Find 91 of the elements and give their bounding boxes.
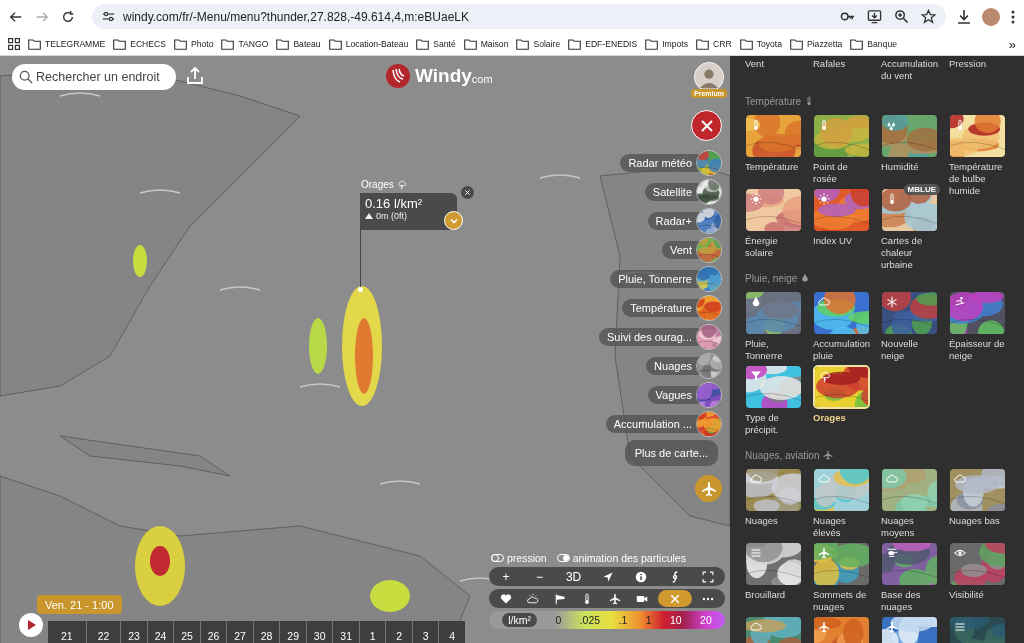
bookmark-folder[interactable]: CRR bbox=[713, 39, 732, 49]
zoom-icon[interactable] bbox=[894, 9, 909, 24]
layer-tile[interactable]: Nuages élevés bbox=[813, 468, 872, 539]
folder-icon[interactable] bbox=[645, 38, 659, 50]
layer-tile[interactable]: Nuages bbox=[745, 468, 804, 527]
menu-icon[interactable] bbox=[1010, 8, 1016, 25]
layer-tile[interactable]: Visibilité bbox=[949, 542, 1008, 601]
download-icon[interactable] bbox=[956, 8, 972, 25]
section-title: Pluie, neige bbox=[745, 272, 798, 284]
folder-icon[interactable] bbox=[174, 38, 187, 50]
skier-icon bbox=[954, 296, 966, 308]
eye-icon bbox=[954, 547, 966, 559]
bookmark-folder[interactable]: Banque bbox=[867, 39, 897, 49]
layer-tile[interactable]: Énergie solaire bbox=[745, 188, 804, 259]
layer-tile[interactable]: Épaisseur de neige bbox=[949, 291, 1008, 362]
drop-icon bbox=[800, 273, 811, 283]
reload-button[interactable] bbox=[60, 8, 76, 25]
layer-tile[interactable]: Température de bulbe humide bbox=[949, 114, 1008, 197]
layer-tile-label[interactable]: Accumulation du vent bbox=[881, 58, 940, 85]
section-title: Température bbox=[745, 95, 802, 107]
snowflake-icon bbox=[886, 296, 898, 308]
layer-tile-label[interactable]: Pression bbox=[949, 58, 1008, 85]
folder-icon[interactable] bbox=[328, 38, 342, 50]
tile-badge: MBLUE bbox=[903, 184, 940, 195]
layer-tile[interactable]: Pluie, Tonnerre bbox=[745, 291, 804, 362]
fog-icon bbox=[954, 621, 966, 633]
folder-icon[interactable] bbox=[568, 38, 582, 50]
more-bookmarks-button[interactable]: » bbox=[1008, 36, 1016, 52]
bookmark-folder[interactable]: Toyota bbox=[756, 39, 782, 49]
address-bar[interactable]: windy.com/fr/-Menu/menu?thunder,27.828,-49.614,4,m:eBUaeLK bbox=[92, 4, 946, 29]
layer-tile[interactable]: Sommets de nuages bbox=[813, 542, 872, 613]
bookmark-folder[interactable]: TELEGRAMME bbox=[45, 39, 106, 49]
cloud-icon bbox=[954, 473, 966, 485]
cloud-icon bbox=[818, 473, 830, 485]
layer-tile[interactable]: Nuages moyens bbox=[881, 468, 940, 539]
plane-icon bbox=[818, 621, 830, 633]
site-settings-icon[interactable] bbox=[102, 10, 115, 23]
layer-tile[interactable]: Brouillard bbox=[745, 542, 804, 601]
bookmark-folder[interactable]: Bateau bbox=[293, 39, 321, 49]
folder-icon[interactable] bbox=[416, 38, 430, 50]
layer-tile[interactable]: Index UV bbox=[813, 188, 872, 247]
bookmark-folder[interactable]: EDF-ENEDIS bbox=[585, 39, 638, 49]
layer-tile[interactable]: Humidité bbox=[881, 114, 940, 173]
cloud-icon bbox=[750, 621, 762, 633]
layer-tile[interactable]: Type de précipit. bbox=[745, 365, 804, 436]
bookmark-folder[interactable]: Maison bbox=[480, 39, 509, 49]
drop-icon bbox=[750, 296, 762, 308]
bookmark-folder[interactable]: Photo bbox=[191, 39, 214, 49]
url-text: windy.com/fr/-Menu/menu?thunder,27.828,-49.614,4,m:eBUaeLK bbox=[123, 9, 470, 24]
layer-tile[interactable]: Point de rosée bbox=[813, 114, 872, 185]
folder-icon[interactable] bbox=[276, 38, 290, 50]
profile-avatar[interactable] bbox=[982, 7, 1000, 26]
star-icon[interactable] bbox=[921, 9, 936, 24]
apps-grid-icon[interactable] bbox=[8, 38, 20, 50]
folder-icon[interactable] bbox=[463, 38, 477, 50]
layer-tile-label[interactable]: Rafales bbox=[813, 58, 872, 85]
layer-tile[interactable]: Base des nuages bbox=[881, 542, 940, 613]
folder-icon[interactable] bbox=[789, 38, 803, 50]
folder-icon[interactable] bbox=[221, 38, 235, 50]
plane-icon bbox=[818, 547, 830, 559]
folder-icon[interactable] bbox=[850, 38, 864, 50]
folder-icon[interactable] bbox=[696, 38, 709, 50]
cloud-icon bbox=[818, 296, 830, 308]
cloud-icon bbox=[886, 473, 898, 485]
helicopter-icon bbox=[886, 547, 898, 559]
storm-icon bbox=[819, 371, 831, 383]
layer-tile-label[interactable]: Vent bbox=[745, 58, 804, 85]
drops-icon bbox=[886, 119, 898, 131]
sun-icon bbox=[818, 193, 830, 205]
bookmark-folder[interactable]: Solaire bbox=[533, 39, 561, 49]
sun-icon bbox=[750, 193, 762, 205]
layer-tile[interactable]: Nouvelle neige bbox=[881, 291, 940, 362]
folder-icon[interactable] bbox=[739, 38, 753, 50]
cloud-icon bbox=[750, 473, 762, 485]
bookmark-folder[interactable]: ECHECS bbox=[130, 39, 166, 49]
plane-icon bbox=[822, 450, 833, 460]
fog-icon bbox=[750, 547, 762, 559]
filter-icon bbox=[750, 370, 762, 382]
folder-icon[interactable] bbox=[516, 38, 530, 50]
folder-icon[interactable] bbox=[28, 38, 41, 50]
install-app-icon[interactable] bbox=[867, 9, 882, 24]
bookmark-folder[interactable]: Impots bbox=[662, 39, 688, 49]
layer-tile[interactable]: Température bbox=[745, 114, 804, 173]
bookmark-folder[interactable]: Piazzetta bbox=[806, 39, 843, 49]
section-title: Nuages, aviation bbox=[745, 449, 820, 461]
plane-icon bbox=[886, 621, 898, 633]
bookmark-folder[interactable]: Location-Bateau bbox=[345, 39, 409, 49]
bookmark-folder[interactable]: Santé bbox=[433, 39, 456, 49]
bookmark-folder[interactable]: TANGO bbox=[238, 39, 269, 49]
layer-tile[interactable]: Nuages bas bbox=[949, 468, 1008, 527]
folder-icon[interactable] bbox=[113, 38, 127, 50]
